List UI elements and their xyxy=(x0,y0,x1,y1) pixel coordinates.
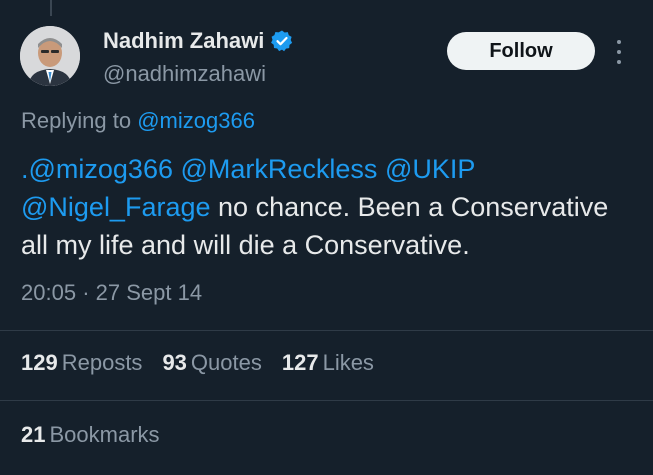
mention-link[interactable]: @UKIP xyxy=(385,154,475,184)
mention-link[interactable]: @MarkReckless xyxy=(181,154,378,184)
reposts-stat[interactable]: 129 Reposts xyxy=(21,350,142,376)
timestamp-separator: · xyxy=(82,280,90,305)
likes-stat[interactable]: 127 Likes xyxy=(282,350,374,376)
follow-button[interactable]: Follow xyxy=(447,32,595,70)
likes-label: Likes xyxy=(322,350,374,375)
avatar[interactable] xyxy=(20,26,80,86)
timestamp-date: 27 Sept 14 xyxy=(95,280,203,305)
engagement-stats: 129 Reposts 93 Quotes 127 Likes xyxy=(21,350,394,376)
tweet-timestamp[interactable]: 20:05 · 27 Sept 14 xyxy=(21,280,202,306)
verified-badge-icon xyxy=(271,30,293,52)
divider xyxy=(0,400,653,401)
likes-count: 127 xyxy=(281,350,319,375)
quotes-count: 93 xyxy=(162,350,187,375)
author-handle[interactable]: @nadhimzahawi xyxy=(103,61,266,87)
quotes-label: Quotes xyxy=(190,350,262,375)
reply-context: Replying to @mizog366 xyxy=(21,108,255,134)
timestamp-time: 20:05 xyxy=(21,280,77,305)
mention-link[interactable]: @Nigel_Farage xyxy=(21,192,211,222)
author-name-row: Nadhim Zahawi xyxy=(103,28,294,54)
reposts-label: Reposts xyxy=(61,350,143,375)
author-display-name[interactable]: Nadhim Zahawi xyxy=(103,28,264,54)
bookmarks-count: 21 xyxy=(21,422,46,447)
more-options-icon[interactable] xyxy=(614,40,624,64)
bookmarks-stat[interactable]: 21 Bookmarks xyxy=(21,422,160,448)
thread-connector-line xyxy=(50,0,52,16)
reposts-count: 129 xyxy=(21,350,58,375)
reply-context-handle-link[interactable]: @mizog366 xyxy=(137,108,255,133)
mention-link[interactable]: .@mizog366 xyxy=(21,154,173,184)
avatar-portrait-icon xyxy=(20,26,80,86)
reply-context-prefix: Replying to xyxy=(21,108,132,133)
tweet-text: .@mizog366 @MarkReckless @UKIP @Nigel_Fa… xyxy=(21,150,636,264)
bookmarks-label: Bookmarks xyxy=(49,422,160,447)
quotes-stat[interactable]: 93 Quotes xyxy=(162,350,261,376)
divider xyxy=(0,330,653,331)
